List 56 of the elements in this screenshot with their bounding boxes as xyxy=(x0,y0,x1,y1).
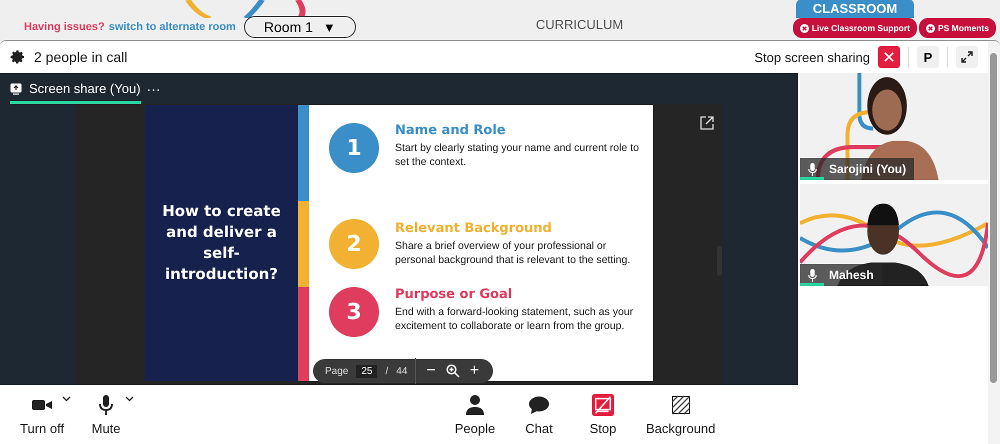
microphone-icon xyxy=(808,268,817,282)
stop-sharing-label: Stop screen sharing xyxy=(754,50,870,64)
person-icon xyxy=(466,394,484,416)
slide-title: How to create and deliver a self-introduction? xyxy=(161,201,282,285)
fullscreen-button[interactable] xyxy=(956,46,978,68)
step-heading: Name and Role xyxy=(395,123,507,138)
camera-button[interactable]: Turn off xyxy=(16,390,68,440)
microphone-icon xyxy=(808,162,817,176)
curriculum-title: CURRICULUM xyxy=(536,17,624,32)
page-field[interactable]: 25 xyxy=(356,364,378,378)
support-button[interactable]: Live Classroom Support xyxy=(792,18,917,38)
stop-sharing-button[interactable] xyxy=(878,46,900,68)
presenter-button[interactable]: P xyxy=(917,46,939,68)
issue-text: Having issues? xyxy=(24,21,105,33)
zoom-in-button[interactable]: + xyxy=(468,362,482,380)
settings-icon[interactable] xyxy=(10,49,26,65)
step-heading: Relevant Background xyxy=(395,221,553,236)
chevron-icon[interactable] xyxy=(62,396,72,402)
page-label: Page xyxy=(325,366,348,376)
room-select[interactable]: Room 1 ▼ xyxy=(244,16,356,38)
screen-share-icon xyxy=(10,82,22,94)
zoom-out-button[interactable]: − xyxy=(424,362,438,380)
people-count: 2 people in call xyxy=(34,49,128,65)
page-total: 44 xyxy=(396,366,408,376)
chevron-icon[interactable] xyxy=(125,396,134,402)
hatched-square-icon xyxy=(672,394,690,416)
close-icon xyxy=(926,24,935,32)
stop-button[interactable]: Stop xyxy=(578,390,628,440)
crossed-screen-icon xyxy=(591,394,615,416)
audio-indicator xyxy=(800,283,824,286)
page-scrollbar[interactable] xyxy=(990,53,997,383)
step-text: Share a brief overview of your professional or personal background that is relevant to the setting. xyxy=(395,239,632,267)
chat-icon xyxy=(529,394,549,416)
zoom-icon[interactable] xyxy=(446,364,460,378)
step-text: Start by clearly stating your name and current role to set the context. xyxy=(395,141,640,169)
participant-name: Sarojini (You) xyxy=(829,162,906,176)
audio-indicator xyxy=(800,177,824,180)
close-icon xyxy=(884,51,894,63)
mute-button[interactable]: Mute xyxy=(81,390,132,440)
step-text: End with a forward-looking statement, such as your excitement to collaborate or learn from the group. xyxy=(395,305,634,333)
chat-button[interactable]: Chat xyxy=(514,390,564,440)
more-button[interactable]: ··· xyxy=(146,80,161,96)
step-number: 3 xyxy=(329,287,379,337)
people-button[interactable]: People xyxy=(450,390,500,440)
expand-icon xyxy=(961,51,973,63)
close-icon xyxy=(800,24,809,32)
participant-name: Mahesh xyxy=(829,268,874,282)
support-button[interactable]: PS Moments xyxy=(918,18,996,38)
background-button[interactable]: Background xyxy=(642,390,720,440)
microphone-icon xyxy=(99,394,114,416)
step-number: 2 xyxy=(329,219,379,269)
open-external-icon[interactable] xyxy=(700,116,714,130)
step-number: 1 xyxy=(329,123,379,173)
classroom-tab[interactable]: CLASSROOM xyxy=(796,0,914,18)
step-heading: Purpose or Goal xyxy=(395,287,514,302)
page-separator: / xyxy=(385,366,388,376)
